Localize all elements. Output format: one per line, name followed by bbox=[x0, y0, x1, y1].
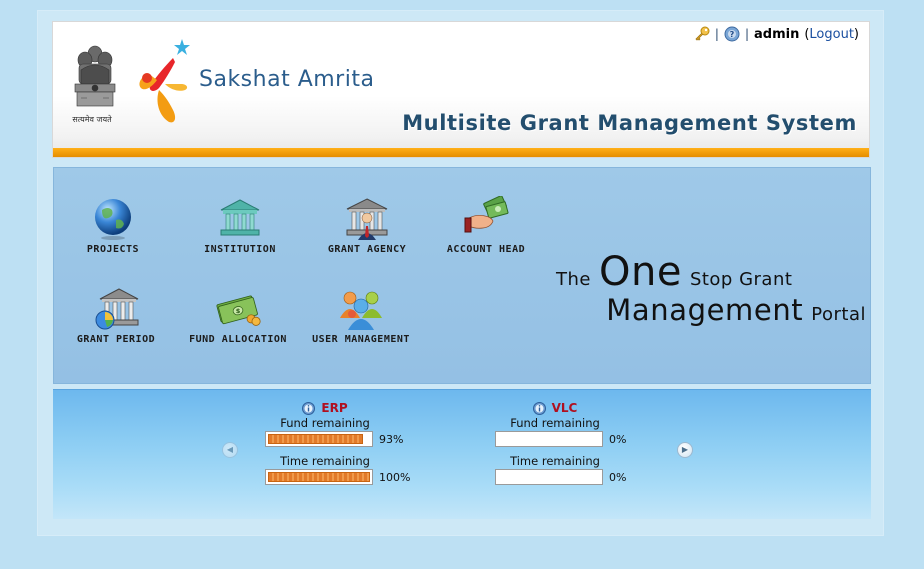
project-title: ERP bbox=[265, 401, 385, 415]
banknotes-coins-icon: $ bbox=[216, 295, 261, 326]
project-card-vlc: VLC Fund remaining 0% Time remaining 0% bbox=[495, 401, 675, 485]
globe-icon bbox=[95, 199, 131, 240]
separator: | bbox=[744, 27, 749, 41]
institution-building-icon bbox=[220, 199, 260, 236]
sakshat-logo-icon bbox=[139, 39, 190, 123]
svg-text:$: $ bbox=[236, 307, 241, 315]
menu-label: INSTITUTION bbox=[204, 244, 276, 255]
project-status-panel: ◀ ERP Fund remaining 93% Time remaining … bbox=[53, 389, 871, 519]
tagline-one: One bbox=[598, 249, 682, 295]
fund-percent: 0% bbox=[609, 432, 627, 446]
help-icon[interactable]: ? bbox=[724, 26, 740, 42]
money-hand-icon bbox=[464, 196, 509, 233]
tagline-portal: Portal bbox=[811, 304, 866, 325]
left-arrow-icon[interactable]: ◀ bbox=[222, 442, 238, 458]
time-remaining-label: Time remaining bbox=[280, 454, 370, 468]
fund-progress-bar bbox=[265, 431, 373, 447]
system-title: Multisite Grant Management System bbox=[402, 111, 857, 135]
brand-name: Sakshat Amrita bbox=[199, 67, 375, 92]
project-name[interactable]: ERP bbox=[321, 401, 347, 415]
info-icon[interactable] bbox=[532, 401, 546, 415]
menu-label: FUND ALLOCATION bbox=[189, 334, 287, 345]
tagline-the: The bbox=[556, 269, 591, 290]
tagline-management: Management bbox=[606, 293, 804, 327]
emblem-caption: सत्यमेव जयते bbox=[72, 115, 112, 124]
header: सत्यमेव जयते Sakshat Amrita Multisite Gr… bbox=[52, 21, 870, 158]
menu-label: PROJECTS bbox=[86, 244, 140, 255]
users-group-icon bbox=[340, 291, 382, 330]
menu-user-management[interactable]: USER MANAGEMENT bbox=[301, 286, 421, 345]
top-links: | ? | admin (Logout) bbox=[694, 26, 859, 42]
logout-link[interactable]: Logout bbox=[809, 27, 854, 42]
logout-wrapper: (Logout) bbox=[804, 26, 859, 42]
menu-institution[interactable]: INSTITUTION bbox=[180, 196, 300, 255]
fund-meter-row: 93% bbox=[265, 431, 445, 447]
fund-meter-row: 0% bbox=[495, 431, 675, 447]
time-progress-bar bbox=[495, 469, 603, 485]
menu-label: USER MANAGEMENT bbox=[312, 334, 410, 345]
fund-progress-bar bbox=[495, 431, 603, 447]
key-icon[interactable] bbox=[694, 26, 710, 42]
grant-period-icon bbox=[95, 288, 139, 330]
tagline-stop-grant: Stop Grant bbox=[689, 269, 793, 290]
time-percent: 100% bbox=[379, 470, 411, 484]
menu-label: GRANT PERIOD bbox=[76, 334, 156, 345]
menu-label: ACCOUNT HEAD bbox=[446, 244, 526, 255]
tagline-row-1: The One Stop Grant bbox=[556, 252, 866, 292]
right-arrow-icon[interactable]: ▶ bbox=[677, 442, 693, 458]
fund-percent: 93% bbox=[379, 432, 404, 446]
header-accent-bar bbox=[53, 148, 869, 157]
menu-fund-allocation[interactable]: $ FUND ALLOCATION bbox=[178, 286, 298, 345]
time-progress-bar bbox=[265, 469, 373, 485]
menu-grant-period[interactable]: GRANT PERIOD bbox=[56, 286, 176, 345]
fund-progress-fill bbox=[268, 434, 363, 444]
menu-projects[interactable]: PROJECTS bbox=[53, 196, 173, 255]
tagline: The One Stop Grant Management Portal bbox=[556, 252, 866, 326]
menu-account-head[interactable]: ACCOUNT HEAD bbox=[426, 196, 546, 255]
fund-remaining-label: Fund remaining bbox=[510, 416, 600, 430]
menu-grant-agency[interactable]: GRANT AGENCY bbox=[307, 196, 427, 255]
menu-label: GRANT AGENCY bbox=[327, 244, 407, 255]
info-icon[interactable] bbox=[302, 401, 316, 415]
project-card-erp: ERP Fund remaining 93% Time remaining 10… bbox=[265, 401, 445, 485]
username: admin bbox=[753, 26, 800, 42]
tagline-row-2: Management Portal bbox=[556, 294, 866, 326]
time-percent: 0% bbox=[609, 470, 627, 484]
svg-text:?: ? bbox=[730, 30, 735, 39]
project-name[interactable]: VLC bbox=[552, 401, 578, 415]
fund-remaining-label: Fund remaining bbox=[280, 416, 370, 430]
time-progress-fill bbox=[268, 472, 370, 482]
project-title: VLC bbox=[495, 401, 615, 415]
time-remaining-label: Time remaining bbox=[510, 454, 600, 468]
separator: | bbox=[714, 27, 719, 41]
time-meter-row: 0% bbox=[495, 469, 675, 485]
main-menu-panel: PROJECTS INSTITUTION GRANT AGENCY ACCOUN… bbox=[53, 167, 871, 384]
grant-agency-icon bbox=[346, 198, 388, 240]
time-meter-row: 100% bbox=[265, 469, 445, 485]
